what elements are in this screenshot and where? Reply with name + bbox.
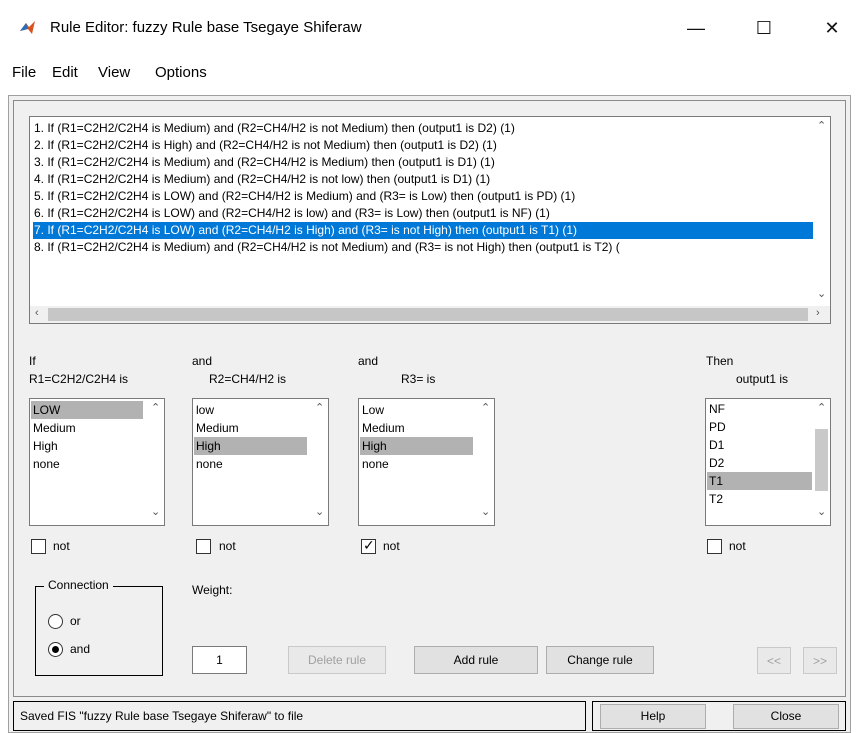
r2-label: R2=CH4/H2 is	[209, 372, 287, 386]
r3-listbox[interactable]: Low Medium High none ⌃ ⌄	[358, 398, 495, 526]
r3-label: R3= is	[401, 372, 436, 386]
rule-item[interactable]: 3. If (R1=C2H2/C2H4 is Medium) and (R2=C…	[33, 154, 823, 171]
horizontal-scroll-thumb[interactable]	[48, 308, 808, 321]
rule-editor-panel: 1. If (R1=C2H2/C2H4 is Medium) and (R2=C…	[8, 95, 851, 733]
radio-selected-dot	[52, 646, 59, 653]
title-bar: Rule Editor: fuzzy Rule base Tsegaye Shi…	[0, 0, 857, 56]
menu-bar: File Edit View Options	[0, 56, 857, 90]
scroll-up-icon[interactable]: ⌃	[315, 401, 324, 414]
rule-item[interactable]: 2. If (R1=C2H2/C2H4 is High) and (R2=CH4…	[33, 137, 823, 154]
then-label: Then	[706, 354, 734, 368]
and-label: and	[70, 642, 91, 656]
menu-options[interactable]: Options	[155, 64, 207, 81]
r1-label: R1=C2H2/C2H4 is	[29, 372, 129, 386]
menu-edit[interactable]: Edit	[52, 64, 78, 81]
scroll-down-icon[interactable]: ⌄	[817, 287, 826, 300]
dialog-buttons-panel: Help Close	[592, 701, 846, 731]
output-option[interactable]: NF	[707, 400, 812, 418]
r1-option[interactable]: none	[31, 455, 143, 473]
r1-listbox[interactable]: LOW Medium High none ⌃ ⌄	[29, 398, 165, 526]
scroll-left-icon[interactable]: ‹	[35, 307, 39, 319]
r2-scrollbar[interactable]: ⌃ ⌄	[311, 399, 328, 525]
scroll-up-icon[interactable]: ⌃	[481, 401, 490, 414]
r2-option[interactable]: Medium	[194, 419, 307, 437]
output-option[interactable]: T2	[707, 490, 812, 508]
maximize-button[interactable]: ☐	[741, 12, 787, 44]
r3-not-label: not	[383, 539, 400, 553]
r1-option[interactable]: Medium	[31, 419, 143, 437]
matlab-icon	[20, 21, 35, 34]
output-scroll-thumb[interactable]	[815, 429, 828, 491]
or-radio[interactable]	[48, 614, 63, 629]
scroll-up-icon[interactable]: ⌃	[817, 401, 826, 414]
r3-option[interactable]: Medium	[360, 419, 473, 437]
r1-option[interactable]: LOW	[31, 401, 143, 419]
if-label: If	[29, 354, 36, 368]
r2-option[interactable]: low	[194, 401, 307, 419]
rule-item[interactable]: 6. If (R1=C2H2/C2H4 is LOW) and (R2=CH4/…	[33, 205, 823, 222]
r2-not-label: not	[219, 539, 236, 553]
next-button[interactable]: >>	[803, 647, 837, 674]
output-option[interactable]: T1	[707, 472, 812, 490]
checkmark-icon: ✓	[363, 537, 375, 553]
output-scrollbar[interactable]: ⌃ ⌄	[813, 399, 830, 525]
connection-title: Connection	[44, 578, 113, 592]
r3-option[interactable]: none	[360, 455, 473, 473]
status-bar: Saved FIS "fuzzy Rule base Tsegaye Shife…	[13, 701, 586, 731]
r1-option[interactable]: High	[31, 437, 143, 455]
menu-view[interactable]: View	[98, 64, 130, 81]
scroll-down-icon[interactable]: ⌄	[817, 505, 826, 518]
and-radio[interactable]	[48, 642, 63, 657]
previous-button[interactable]: <<	[757, 647, 791, 674]
delete-rule-button[interactable]: Delete rule	[288, 646, 386, 674]
r2-listbox[interactable]: low Medium High none ⌃ ⌄	[192, 398, 329, 526]
change-rule-button[interactable]: Change rule	[546, 646, 654, 674]
close-button[interactable]: Close	[733, 704, 839, 729]
help-button[interactable]: Help	[600, 704, 706, 729]
menu-file[interactable]: File	[12, 64, 36, 81]
r3-option[interactable]: High	[360, 437, 473, 455]
add-rule-button[interactable]: Add rule	[414, 646, 538, 674]
rule-item-selected[interactable]: 7. If (R1=C2H2/C2H4 is LOW) and (R2=CH4/…	[33, 222, 823, 239]
r2-not-checkbox[interactable]	[196, 539, 211, 554]
r1-not-checkbox[interactable]	[31, 539, 46, 554]
rule-item[interactable]: 8. If (R1=C2H2/C2H4 is Medium) and (R2=C…	[33, 239, 823, 256]
scroll-down-icon[interactable]: ⌄	[481, 505, 490, 518]
r2-option[interactable]: High	[194, 437, 307, 455]
rule-item[interactable]: 1. If (R1=C2H2/C2H4 is Medium) and (R2=C…	[33, 120, 823, 137]
r3-scrollbar[interactable]: ⌃ ⌄	[477, 399, 494, 525]
scroll-up-icon[interactable]: ⌃	[817, 119, 826, 132]
or-label: or	[70, 614, 81, 628]
minimize-button[interactable]: —	[673, 12, 719, 44]
window-title: Rule Editor: fuzzy Rule base Tsegaye Shi…	[50, 19, 362, 36]
rules-horizontal-scrollbar[interactable]: ‹ ›	[30, 306, 830, 323]
rules-list[interactable]: 1. If (R1=C2H2/C2H4 is Medium) and (R2=C…	[29, 116, 831, 324]
r3-option[interactable]: Low	[360, 401, 473, 419]
scroll-down-icon[interactable]: ⌄	[151, 505, 160, 518]
output-option[interactable]: PD	[707, 418, 812, 436]
r1-not-label: not	[53, 539, 70, 553]
close-window-button[interactable]: ✕	[809, 12, 855, 44]
output-option[interactable]: D2	[707, 454, 812, 472]
r1-scrollbar[interactable]: ⌃ ⌄	[147, 399, 164, 525]
output-label: output1 is	[736, 372, 789, 386]
scroll-right-icon[interactable]: ›	[816, 307, 820, 319]
output-listbox[interactable]: NF PD D1 D2 T1 T2 ⌃ ⌄	[705, 398, 831, 526]
connection-group: Connection or and	[35, 578, 163, 676]
output-not-label: not	[729, 539, 746, 553]
scroll-down-icon[interactable]: ⌄	[315, 505, 324, 518]
output-not-checkbox[interactable]	[707, 539, 722, 554]
and-label: and	[192, 354, 213, 368]
r3-not-checkbox[interactable]: ✓	[361, 537, 376, 554]
status-text: Saved FIS "fuzzy Rule base Tsegaye Shife…	[20, 709, 304, 723]
scroll-up-icon[interactable]: ⌃	[151, 401, 160, 414]
rule-item[interactable]: 4. If (R1=C2H2/C2H4 is Medium) and (R2=C…	[33, 171, 823, 188]
output-option[interactable]: D1	[707, 436, 812, 454]
rule-item[interactable]: 5. If (R1=C2H2/C2H4 is LOW) and (R2=CH4/…	[33, 188, 823, 205]
weight-input[interactable]: 1	[192, 646, 247, 674]
weight-label: Weight:	[192, 583, 233, 597]
r2-option[interactable]: none	[194, 455, 307, 473]
rules-vertical-scrollbar[interactable]: ⌃ ⌄	[813, 117, 830, 307]
and-label: and	[358, 354, 379, 368]
